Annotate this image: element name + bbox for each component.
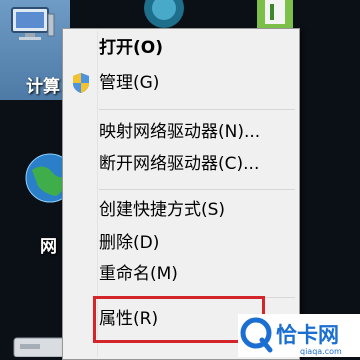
watermark-logo: 恰卡网 qiaqa.com bbox=[238, 314, 360, 357]
computer-desktop-label: 计算 bbox=[26, 77, 60, 97]
menu-item-rename[interactable]: 重命名(M) bbox=[99, 260, 178, 288]
network-desktop-label: 网 bbox=[40, 237, 57, 257]
desktop-app-icon[interactable] bbox=[140, 0, 188, 30]
watermark-brand-text: 恰卡网 bbox=[276, 323, 339, 347]
menu-item-disconnect-network-drive[interactable]: 断开网络驱动器(C)... bbox=[99, 150, 259, 178]
watermark-url-text: qiaqa.com bbox=[300, 347, 342, 356]
menu-item-map-network-drive[interactable]: 映射网络驱动器(N)... bbox=[99, 118, 260, 146]
monitor-icon bbox=[11, 7, 55, 40]
menu-separator bbox=[99, 109, 295, 110]
menu-item-create-shortcut[interactable]: 创建快捷方式(S) bbox=[99, 196, 225, 224]
menu-item-manage[interactable]: 管理(G) bbox=[99, 69, 159, 97]
uac-shield-icon bbox=[73, 73, 89, 93]
menu-separator bbox=[99, 189, 295, 190]
menu-item-delete[interactable]: 删除(D) bbox=[99, 229, 159, 257]
menu-item-open[interactable]: 打开(O) bbox=[99, 34, 163, 62]
desktop: 计算 网 打开(O) 管理(G) 映射网络驱动器(N)... 断开网络驱动器(C… bbox=[0, 0, 360, 360]
